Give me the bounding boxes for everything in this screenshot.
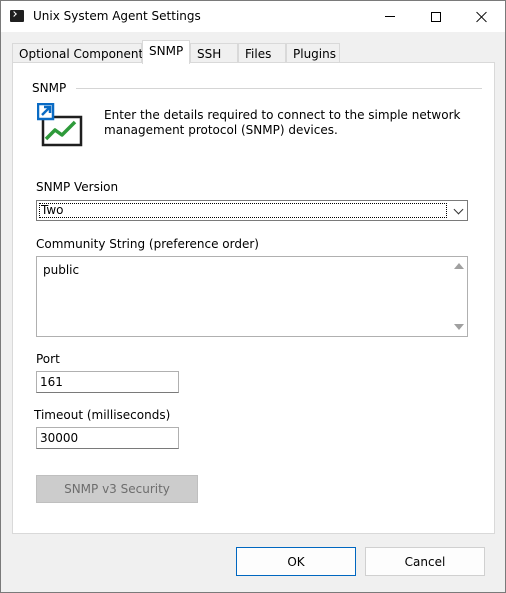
scroll-up-arrow-icon[interactable] bbox=[454, 263, 464, 269]
snmp-version-value: Two bbox=[39, 203, 447, 218]
title-bar[interactable]: Unix System Agent Settings bbox=[1, 1, 505, 32]
community-scrollbar[interactable] bbox=[450, 257, 467, 336]
cancel-button[interactable]: Cancel bbox=[365, 547, 485, 576]
tab-files[interactable]: Files bbox=[238, 43, 286, 63]
tab-ssh[interactable]: SSH bbox=[190, 43, 238, 63]
minimize-icon bbox=[385, 16, 395, 17]
tab-optional-components[interactable]: Optional Components bbox=[12, 43, 149, 63]
port-input[interactable]: 161 bbox=[36, 371, 179, 393]
tab-snmp[interactable]: SNMP bbox=[142, 40, 190, 64]
port-label: Port bbox=[36, 352, 60, 366]
minimize-button[interactable] bbox=[367, 1, 413, 32]
close-button[interactable] bbox=[459, 1, 505, 32]
snmp-version-select[interactable]: Two bbox=[36, 200, 468, 221]
timeout-input[interactable]: 30000 bbox=[36, 427, 179, 449]
close-icon bbox=[476, 11, 488, 23]
tab-plugins[interactable]: Plugins bbox=[286, 43, 340, 63]
terminal-app-icon bbox=[10, 10, 24, 22]
window-title: Unix System Agent Settings bbox=[33, 9, 201, 23]
snmp-tab-panel: SNMP Enter the details required to conne… bbox=[12, 62, 495, 534]
maximize-icon bbox=[431, 11, 441, 22]
group-divider bbox=[76, 88, 482, 89]
timeout-label: Timeout (milliseconds) bbox=[34, 408, 171, 422]
snmp-group-label: SNMP bbox=[32, 81, 67, 95]
scroll-down-arrow-icon[interactable] bbox=[454, 324, 464, 330]
snmp-description: Enter the details required to connect to… bbox=[104, 108, 461, 137]
snmp-v3-security-button[interactable]: SNMP v3 Security bbox=[36, 475, 198, 503]
ok-button[interactable]: OK bbox=[236, 547, 356, 576]
snmp-version-label: SNMP Version bbox=[36, 180, 119, 194]
maximize-button[interactable] bbox=[413, 1, 459, 32]
community-string-value: public bbox=[43, 263, 80, 277]
settings-window: Unix System Agent Settings Optional Comp… bbox=[0, 0, 506, 593]
community-string-textarea[interactable]: public bbox=[36, 256, 468, 337]
community-string-label: Community String (preference order) bbox=[36, 237, 259, 251]
snmp-chart-icon bbox=[37, 103, 83, 147]
chevron-down-icon bbox=[453, 204, 464, 215]
